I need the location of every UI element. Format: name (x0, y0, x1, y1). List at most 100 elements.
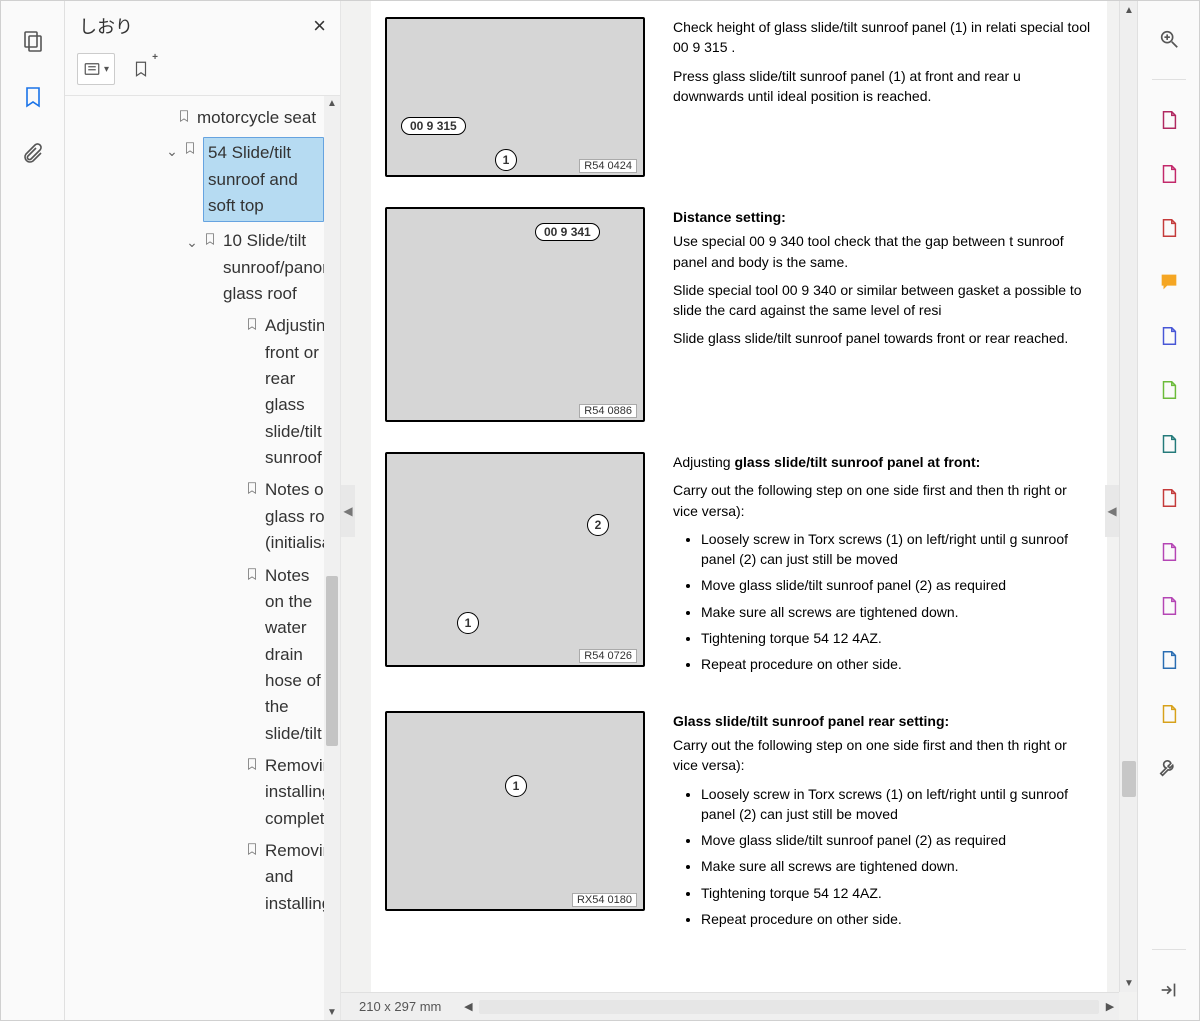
bookmark-options-button[interactable]: ▾ (77, 53, 115, 85)
hscroll-left-icon[interactable]: ◀ (459, 1000, 477, 1013)
list-item: Make sure all screws are tightened down. (701, 602, 1093, 622)
doc-section: 21R54 0726 Adjusting glass slide/tilt sun… (371, 436, 1103, 695)
copy-page-icon[interactable] (1155, 700, 1183, 728)
figure-callout: 1 (505, 775, 527, 797)
redact-icon[interactable] (1155, 592, 1183, 620)
bookmark-tree: motorcycle seat⌄54 Slide/tilt sunroof an… (65, 96, 340, 1020)
bookmark-item[interactable]: ⌄ 54 Slide/tilt sunroof and soft top (65, 134, 340, 225)
list-item: Loosely screw in Torx screws (1) on left… (701, 529, 1093, 570)
thumbnails-icon[interactable] (19, 27, 47, 55)
document-view: ◀ ◀ 00 9 315 1 R54 0424 Check height of gla… (341, 1, 1137, 1020)
measure-icon[interactable] (1155, 646, 1183, 674)
hscroll-track[interactable] (479, 1000, 1099, 1014)
twisty-icon (225, 313, 243, 317)
list-row-icon[interactable] (1155, 160, 1183, 188)
expand-tools-icon[interactable] (1155, 976, 1183, 1004)
figure-id: R54 0424 (579, 159, 637, 173)
bookmark-scrollbar[interactable]: ▲ ▼ (324, 96, 340, 1020)
wrench-icon[interactable] (1155, 754, 1183, 782)
pdf-add-icon[interactable] (1155, 106, 1183, 134)
figure: 00 9 341 R54 0886 (385, 207, 645, 422)
paragraph: Check height of glass slide/tilt sunroof… (673, 17, 1093, 58)
figure-callout: 2 (587, 514, 609, 536)
scroll-up-icon[interactable]: ▲ (327, 98, 337, 109)
bookmark-label: motorcycle seat (193, 105, 324, 131)
doc-section: 1 RX54 0180 Glass slide/tilt sunroof panel… (371, 695, 1103, 950)
bookmarks-panel: しおり × ▾ + motorcycle seat⌄54 Slide/tilt … (65, 1, 341, 1020)
page-vscrollbar[interactable]: ▲ ▼ (1119, 1, 1137, 992)
section-title: Distance setting: (673, 207, 1093, 227)
panel-title: しおり (79, 13, 133, 39)
bookmark-item[interactable]: ⌄ 10 Slide/tilt sunroof/panorama glass ro… (65, 225, 340, 310)
bookmark-ribbon-icon (243, 477, 261, 496)
save-icon[interactable] (1155, 538, 1183, 566)
bookmark-item[interactable]: motorcycle seat (65, 102, 340, 134)
section-text: Adjusting glass slide/tilt sunroof panel… (673, 452, 1093, 681)
organize-icon[interactable] (1155, 376, 1183, 404)
attachments-icon[interactable] (19, 139, 47, 167)
figure: 21R54 0726 (385, 452, 645, 667)
bullet-list: Loosely screw in Torx screws (1) on left… (673, 529, 1093, 675)
section-title: Glass slide/tilt sunroof panel rear sett… (673, 711, 1093, 731)
hscroll-right-icon[interactable]: ▶ (1101, 1000, 1119, 1013)
zoom-icon[interactable] (1155, 25, 1183, 53)
paragraph: Slide glass slide/tilt sunroof panel tow… (673, 328, 1093, 348)
panel-toolbar: ▾ + (65, 49, 340, 96)
paragraph: Carry out the following step on one side… (673, 735, 1093, 776)
figure-callout: 00 9 341 (535, 223, 600, 241)
list-item: Repeat procedure on other side. (701, 909, 1093, 929)
caret-down-icon: ▾ (104, 64, 109, 75)
paragraph: Slide special tool 00 9 340 or similar b… (673, 280, 1093, 321)
figure-id: R54 0886 (579, 404, 637, 418)
bookmark-item[interactable]: Notes on the water drain hose of the sli… (65, 560, 340, 750)
page-hscrollbar: 210 x 297 mm ◀ ▶ (341, 992, 1119, 1020)
bookmark-ribbon-icon (243, 313, 261, 332)
fill-sign-icon[interactable] (1155, 484, 1183, 512)
right-rail (1137, 1, 1199, 1020)
list-item: Make sure all screws are tightened down. (701, 856, 1093, 876)
collapse-right-icon[interactable]: ◀ (1105, 485, 1119, 537)
twisty-icon (157, 105, 175, 109)
bookmark-label: Notes on the water drain hose of the sli… (261, 563, 324, 747)
vscroll-thumb[interactable] (1122, 761, 1136, 797)
bookmark-ribbon-icon (181, 137, 199, 156)
doc-section: 00 9 341 R54 0886 Distance setting:Use spe… (371, 191, 1103, 436)
scroll-down-icon[interactable]: ▼ (327, 1007, 337, 1018)
paragraph: Press glass slide/tilt sunroof panel (1)… (673, 66, 1093, 107)
list-item: Loosely screw in Torx screws (1) on left… (701, 784, 1093, 825)
bookmark-ribbon-icon (243, 838, 261, 857)
add-bookmark-icon[interactable]: + (127, 55, 155, 83)
bookmarks-icon[interactable] (19, 83, 47, 111)
page-dimensions: 210 x 297 mm (341, 999, 459, 1014)
list-item: Repeat procedure on other side. (701, 654, 1093, 674)
export-pdf-icon[interactable] (1155, 430, 1183, 458)
pdf-page[interactable]: 00 9 315 1 R54 0424 Check height of glass s… (371, 1, 1107, 992)
bookmark-label: 54 Slide/tilt sunroof and soft top (203, 137, 324, 222)
twisty-icon (225, 753, 243, 757)
bookmark-item[interactable]: Adjusting front or rear glass slide/tilt… (65, 310, 340, 474)
bookmark-scroll-thumb[interactable] (326, 576, 338, 746)
section-title: Adjusting glass slide/tilt sunroof panel… (673, 452, 1093, 472)
collapse-left-icon[interactable]: ◀ (341, 485, 355, 537)
section-text: Distance setting:Use special 00 9 340 to… (673, 207, 1093, 357)
bookmark-item[interactable]: Notes on panorama glass roof (initialisa… (65, 474, 340, 559)
twisty-icon (225, 838, 243, 842)
bookmark-label: 10 Slide/tilt sunroof/panorama glass roo… (219, 228, 340, 307)
bullet-list: Loosely screw in Torx screws (1) on left… (673, 784, 1093, 930)
comment-icon[interactable] (1155, 268, 1183, 296)
list-item: Move glass slide/tilt sunroof panel (2) … (701, 575, 1093, 595)
bookmark-ribbon-icon (201, 228, 219, 247)
panel-close-icon[interactable]: × (313, 15, 326, 37)
vscroll-down-icon[interactable]: ▼ (1120, 974, 1138, 992)
figure-callout: 00 9 315 (401, 117, 466, 135)
bookmark-item[interactable]: Removing and installing/replacing comple… (65, 750, 340, 835)
vscroll-up-icon[interactable]: ▲ (1120, 1, 1138, 19)
pdf-combine-icon[interactable] (1155, 214, 1183, 242)
figure-id: RX54 0180 (572, 893, 637, 907)
request-sign-icon[interactable] (1155, 322, 1183, 350)
bookmark-item[interactable]: Removing and installing/re (65, 835, 340, 920)
twisty-icon[interactable]: ⌄ (163, 137, 181, 163)
left-rail (1, 1, 65, 1020)
doc-section: 00 9 3151R54 0424Check height of glass s… (371, 1, 1103, 191)
twisty-icon[interactable]: ⌄ (183, 228, 201, 254)
